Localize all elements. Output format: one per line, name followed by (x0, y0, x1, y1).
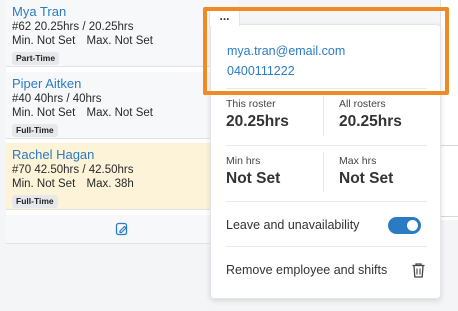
employee-limits: Min. Not Set Max. Not Set (12, 106, 232, 120)
employee-max: Max. Not Set (86, 107, 153, 119)
this-roster-stat: This roster 20.25hrs (226, 98, 289, 130)
max-hours-stat: Max hrs Not Set (339, 155, 394, 187)
employee-hours: #70 42.50hrs / 42.50hrs (12, 164, 134, 176)
trash-icon[interactable] (411, 262, 426, 279)
employee-max: Max. Not Set (86, 35, 153, 47)
edit-icon[interactable] (115, 222, 129, 236)
all-rosters-stat: All rosters 20.25hrs (339, 98, 402, 130)
employee-limits: Min. Not Set Max. Not Set (12, 34, 232, 48)
employee-row[interactable]: Rachel Hagan #70 42.50hrs / 42.50hrs Min… (6, 143, 238, 210)
remove-employee-button[interactable]: Remove employee and shifts (226, 262, 387, 278)
employee-min: Min. Not Set (12, 35, 76, 47)
employment-type-badge: Full-Time (12, 195, 58, 208)
employment-type-badge: Full-Time (12, 124, 58, 137)
employee-list-footer (6, 215, 238, 244)
roster-view: Mya Tran #62 20.25hrs / 20.25hrs Min. No… (0, 0, 458, 311)
employee-name[interactable]: Piper Aitken (12, 76, 232, 92)
leave-unavailability-toggle[interactable] (388, 217, 421, 234)
employee-min: Min. Not Set (12, 178, 76, 190)
min-hours-stat: Min hrs Not Set (226, 155, 281, 187)
employee-name[interactable]: Mya Tran (12, 4, 232, 20)
employee-min: Min. Not Set (12, 107, 76, 119)
employee-limits: Min. Not Set Max. 38h (12, 177, 232, 191)
employee-hours: #40 40hrs / 40hrs (12, 93, 102, 105)
contact-highlight (203, 7, 449, 95)
employee-hours: #62 20.25hrs / 20.25hrs (12, 21, 134, 33)
employee-name[interactable]: Rachel Hagan (12, 147, 232, 163)
employment-type-badge: Part-Time (12, 52, 60, 65)
employee-max: Max. 38h (86, 178, 134, 190)
leave-unavailability-label: Leave and unavailability (226, 218, 360, 232)
